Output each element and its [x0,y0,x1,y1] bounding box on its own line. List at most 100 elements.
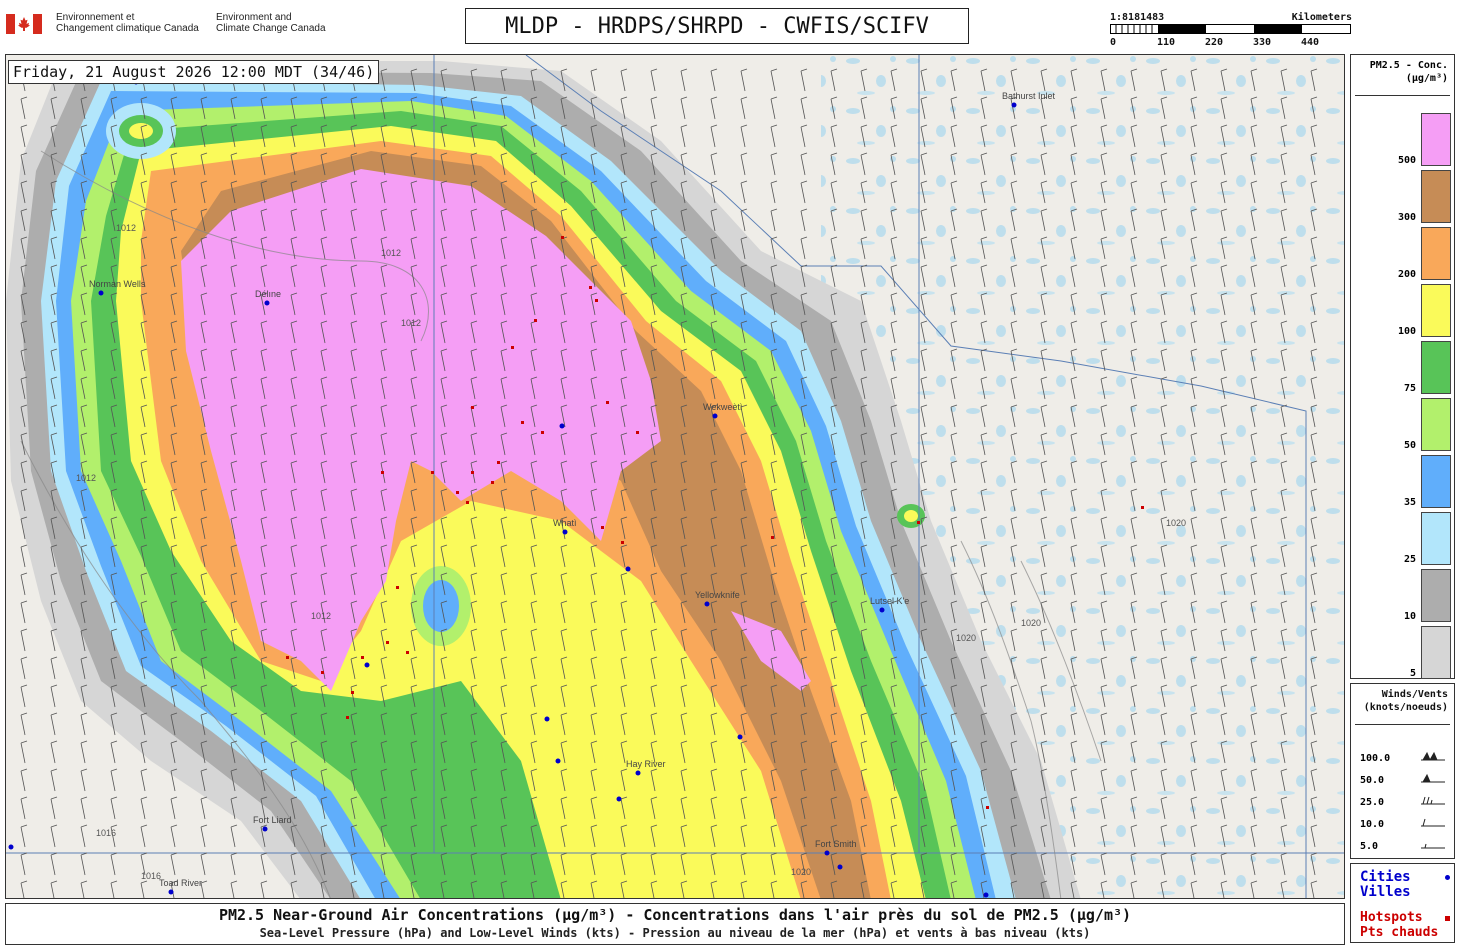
city-marker[interactable] [616,796,622,802]
hotspot-marker [534,319,537,322]
wind-legend-title-line2: (knots/noeuds) [1363,702,1448,713]
hotspot-marker [636,431,639,434]
hotspot-marker [521,421,524,424]
scale-tick-4: 440 [1301,37,1320,48]
hotspot-marker [917,521,920,524]
pm25-swatch-25 [1421,512,1451,565]
pm25-tick-5: 5 [1409,668,1416,679]
concentration-map: 1012 1012 1012 1012 1012 1016 1016 1020 … [6,55,1344,898]
inner-clear-core [423,580,459,632]
scale-unit: Kilometers [1291,12,1352,23]
wind-speed-50: 50.0 [1360,775,1385,786]
pm25-tick-75: 75 [1403,383,1416,394]
hotspots-legend-label: Hotspots Pts chauds [1360,910,1438,940]
hotspots-label-fr: Pts chauds [1360,925,1439,940]
hotspot-marker [351,691,354,694]
city-marker[interactable] [168,889,174,895]
city-marker[interactable] [1011,102,1017,108]
isobar-label-1012-e: 1012 [76,473,96,483]
city-label: Hay River [626,759,666,769]
hotspot-marker [456,491,459,494]
department-name-en: Environment and Climate Change Canada [216,12,326,34]
city-marker[interactable] [8,844,14,850]
scale-tick-3: 330 [1253,37,1272,48]
isobar-label-1020-b: 1020 [956,633,976,643]
isobar-label-1012: 1012 [116,223,136,233]
department-name-fr: Environnement et Changement climatique C… [56,12,199,34]
city-marker[interactable] [555,758,561,764]
city-label: Fort Smith [815,839,857,849]
canada-flag-icon [6,14,42,34]
hotspot-marker [497,461,500,464]
wind-speed-10: 10.0 [1360,819,1385,830]
city-marker[interactable] [879,607,885,613]
pm25-swatch-200 [1421,227,1451,280]
pm25-legend: PM2.5 - Conc. (µg/m³) 500 300 200 100 75 50 35… [1350,54,1455,679]
pm25-swatch-10 [1421,569,1451,622]
wind-speed-100: 100.0 [1360,753,1391,764]
hotspot-marker [511,346,514,349]
places-legend: Cities Villes Hotspots Pts chauds [1350,863,1455,943]
hotspot-marker [361,656,364,659]
hotspot-marker [589,286,592,289]
hotspot-marker [471,471,474,474]
hotspot-marker [471,406,474,409]
city-marker[interactable] [559,423,565,429]
hotspot-marker-icon [1445,916,1450,921]
isobar-label-1012-d: 1012 [311,611,331,621]
pm25-tick-300: 300 [1397,212,1416,223]
wind-legend-divider [1355,724,1450,725]
city-marker[interactable] [98,290,104,296]
city-marker[interactable] [364,662,370,668]
caption-line-2: Sea-Level Pressure (hPa) and Low-Level W… [259,926,1091,940]
map-canvas[interactable]: 1012 1012 1012 1012 1012 1016 1016 1020 … [5,54,1345,899]
city-marker[interactable] [837,864,843,870]
hotspot-marker [431,471,434,474]
scale-ratio: 1:8181483 [1110,12,1165,23]
wind-barb-samples-icon [1421,751,1445,849]
scale-tick-2: 220 [1205,37,1224,48]
city-label: Toad River [159,878,202,888]
pm25-swatch-100 [1421,284,1451,337]
city-label: Whatì [553,518,577,528]
scale-bar-graphic [1110,24,1351,34]
pm25-tick-10: 10 [1403,611,1416,622]
city-marker[interactable] [625,566,631,572]
hotspot-marker [621,541,624,544]
city-label: Fort Liard [253,815,292,825]
eccc-logo: Environnement et Changement climatique C… [6,12,346,42]
hotspots-label-en: Hotspots [1360,910,1423,925]
cities-legend-label: Cities Villes [1360,870,1411,900]
hotspot-marker [321,671,324,674]
hotspot-marker [286,656,289,659]
city-marker[interactable] [704,601,710,607]
city-marker[interactable] [737,734,743,740]
city-marker[interactable] [635,770,641,776]
hotspot-marker [346,716,349,719]
pm25-tick-200: 200 [1397,269,1416,280]
city-marker[interactable] [262,826,268,832]
legend-divider [1355,95,1450,96]
caption-line-1: PM2.5 Near-Ground Air Concentrations (µg… [218,906,1132,924]
city-marker[interactable] [544,716,550,722]
city-marker[interactable] [264,300,270,306]
small-plume-east-core [904,510,918,522]
hotspot-marker [396,586,399,589]
hotspot-marker [986,806,989,809]
hotspot-marker [466,501,469,504]
city-marker[interactable] [562,529,568,535]
wind-legend-title: Winds/Vents (knots/noeuds) [1351,688,1454,714]
pm25-swatch-35 [1421,455,1451,508]
cities-label-fr: Villes [1360,884,1411,900]
dept-fr-line1: Environnement et [56,12,135,23]
scale-tick-0: 0 [1110,37,1117,48]
city-marker[interactable] [712,413,718,419]
city-marker[interactable] [824,850,830,856]
city-marker-icon [1445,875,1450,880]
city-marker[interactable] [983,892,989,898]
product-title: MLDP - HRDPS/SHRPD - CWFIS/SCIFV [465,8,969,44]
pm25-swatch-5 [1421,626,1451,679]
city-label: Lutsel K'e [870,596,909,606]
scale-tick-1: 110 [1157,37,1176,48]
hotspot-marker [595,299,598,302]
